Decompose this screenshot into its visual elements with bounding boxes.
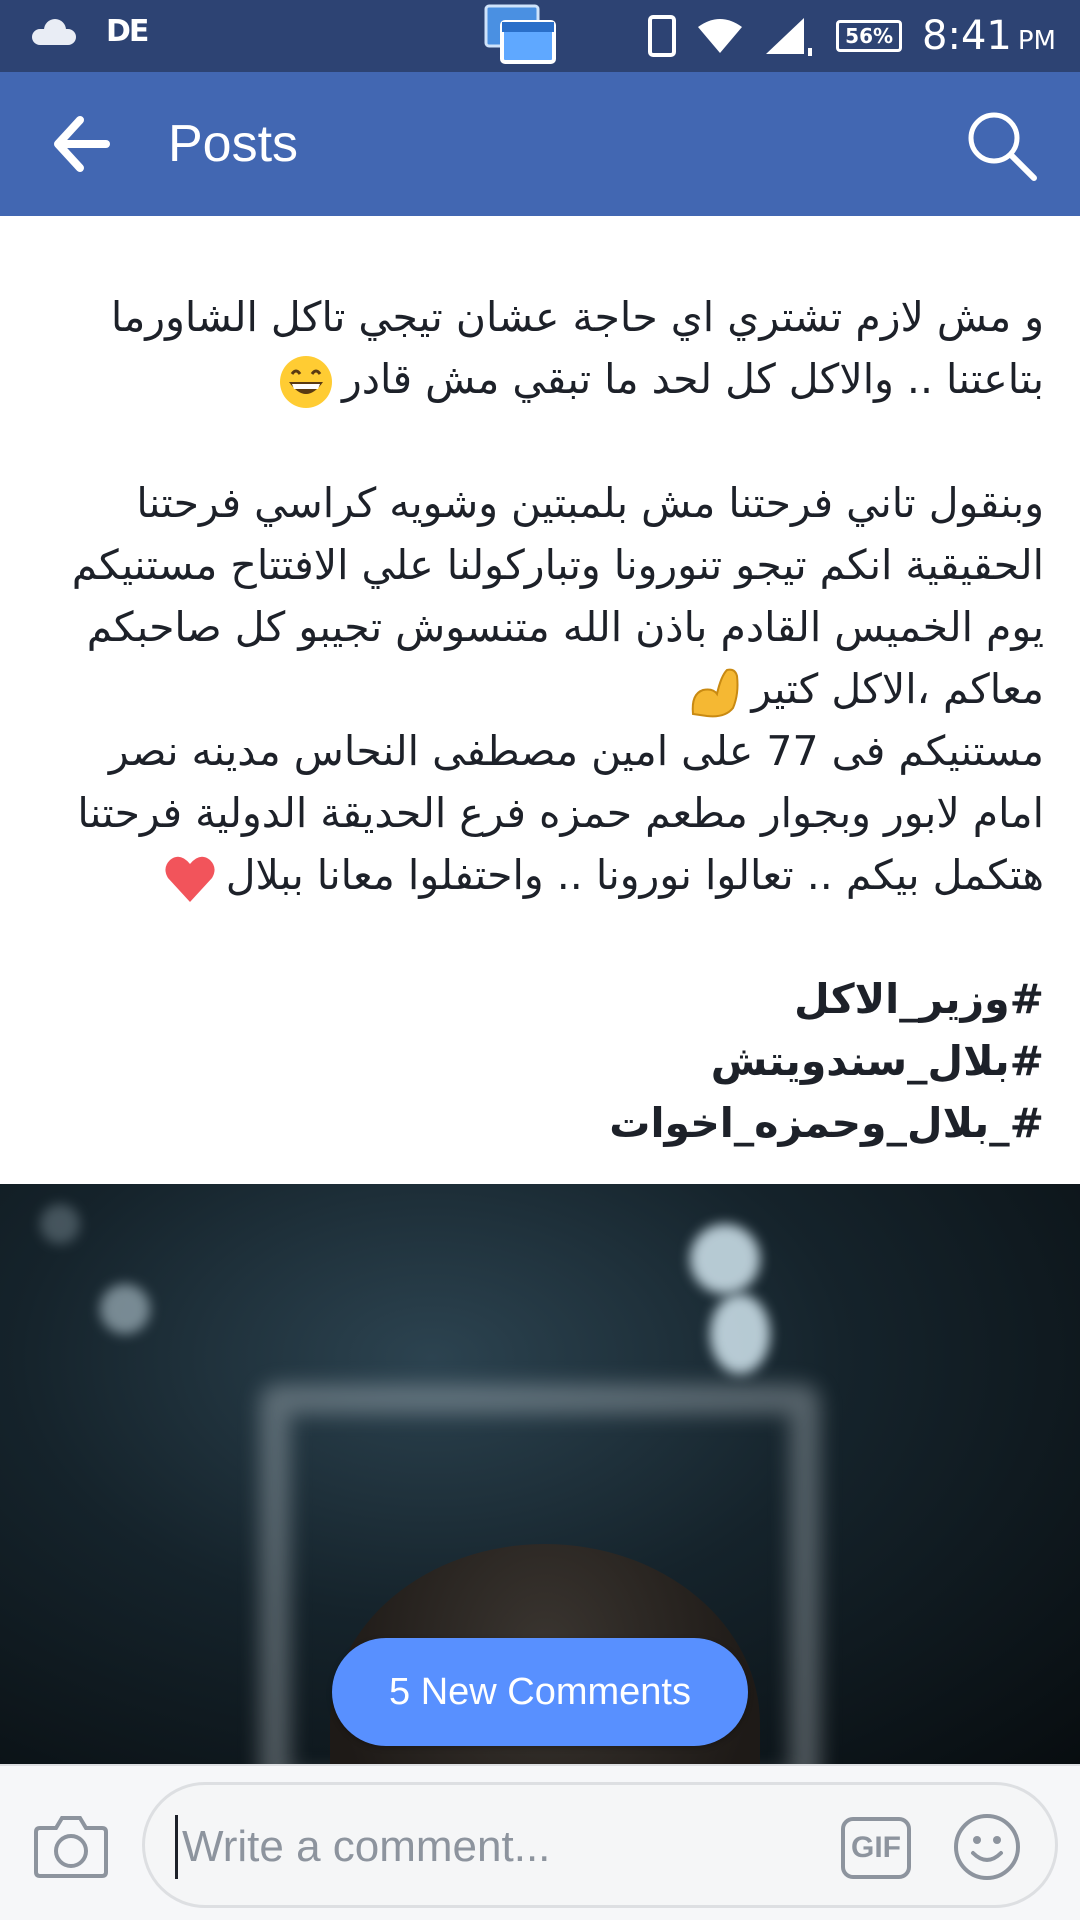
- post-line-with-emoji: هتكمل بيكم .. تعالوا نورونا .. واحتفلوا …: [30, 844, 1044, 906]
- status-time: 8:41 PM: [922, 13, 1056, 59]
- post-line: مستنيكم فى 77 على امين مصطفى النحاس مدين…: [108, 727, 1044, 775]
- post-line: وبنقول تاني فرحتنا مش بلمبتين وشويه كراس…: [136, 479, 1044, 527]
- photo-bokeh-light: [100, 1284, 150, 1334]
- photo-bokeh-light: [710, 1294, 770, 1374]
- post-line: بتاعتنا .. والاكل كل لحد ما تبقي مش قادر: [341, 355, 1044, 403]
- red-heart-emoji: [165, 856, 215, 902]
- grinning-face-emoji: [279, 356, 332, 408]
- new-comments-button[interactable]: 5 New Comments: [332, 1638, 748, 1746]
- camera-icon[interactable]: [34, 1814, 108, 1878]
- post-body: و مش لازم تشتري اي حاجة عشان تيجي تاكل ا…: [0, 216, 1080, 1184]
- page-title: Posts: [168, 115, 299, 173]
- cloud-icon: [28, 15, 80, 49]
- clock-time: 8:41: [922, 13, 1012, 59]
- hashtag-link[interactable]: #_بلال_وحمزه_اخوات: [30, 1092, 1044, 1154]
- status-right-icons: 56% 8:41 PM: [648, 0, 1056, 72]
- clock-ampm: PM: [1017, 26, 1056, 56]
- post-text: و مش لازم تشتري اي حاجة عشان تيجي تاكل ا…: [0, 216, 1080, 1154]
- post-line-with-emoji: معاكم ،الاكل كتير: [30, 658, 1044, 720]
- screencast-icon: [484, 4, 556, 64]
- post-line: الحقيقية انكم تيجو تنورونا وتباركولنا عل…: [71, 541, 1044, 589]
- flexed-biceps-emoji: [692, 668, 739, 718]
- signal-icon: [766, 18, 813, 56]
- status-bar: DE 56% 8:41 PM: [0, 0, 1080, 72]
- post-blank-line: [30, 410, 1044, 472]
- post-line: يوم الخميس القادم باذن الله متنسوش تجيبو…: [86, 603, 1044, 651]
- arrow-left-icon[interactable]: [52, 116, 112, 172]
- post-line: معاكم ،الاكل كتير: [751, 665, 1044, 713]
- search-icon[interactable]: [964, 108, 1040, 184]
- wifi-icon: [698, 19, 743, 53]
- comment-composer: GIF: [0, 1764, 1080, 1920]
- post-line: هتكمل بيكم .. تعالوا نورونا .. واحتفلوا …: [225, 851, 1044, 899]
- post-blank-line: [30, 224, 1044, 286]
- smiley-icon[interactable]: [953, 1813, 1021, 1881]
- de-app-icon: DE: [106, 14, 149, 49]
- comment-field: GIF: [142, 1782, 1058, 1908]
- post-line: و مش لازم تشتري اي حاجة عشان تيجي تاكل ا…: [110, 293, 1044, 341]
- post-line-partial: [30, 216, 1044, 224]
- gif-button[interactable]: GIF: [841, 1817, 911, 1879]
- post-blank-line: [30, 906, 1044, 968]
- hashtag-link[interactable]: #بلال_سندويتش: [30, 1030, 1044, 1092]
- post-line: امام لابور وبجوار مطعم حمزه فرع الحديقة …: [77, 789, 1044, 837]
- post-line-with-emoji: بتاعتنا .. والاكل كل لحد ما تبقي مش قادر: [30, 348, 1044, 410]
- hashtag-link[interactable]: #وزير_الاكل: [30, 968, 1044, 1030]
- comment-input[interactable]: [175, 1815, 815, 1879]
- app-bar: Posts: [0, 72, 1080, 216]
- phone-icon: [648, 15, 677, 57]
- battery-icon: 56%: [836, 20, 903, 52]
- photo-bokeh-light: [690, 1224, 760, 1294]
- status-left-icons: DE: [28, 14, 149, 49]
- photo-bokeh-light: [40, 1204, 80, 1244]
